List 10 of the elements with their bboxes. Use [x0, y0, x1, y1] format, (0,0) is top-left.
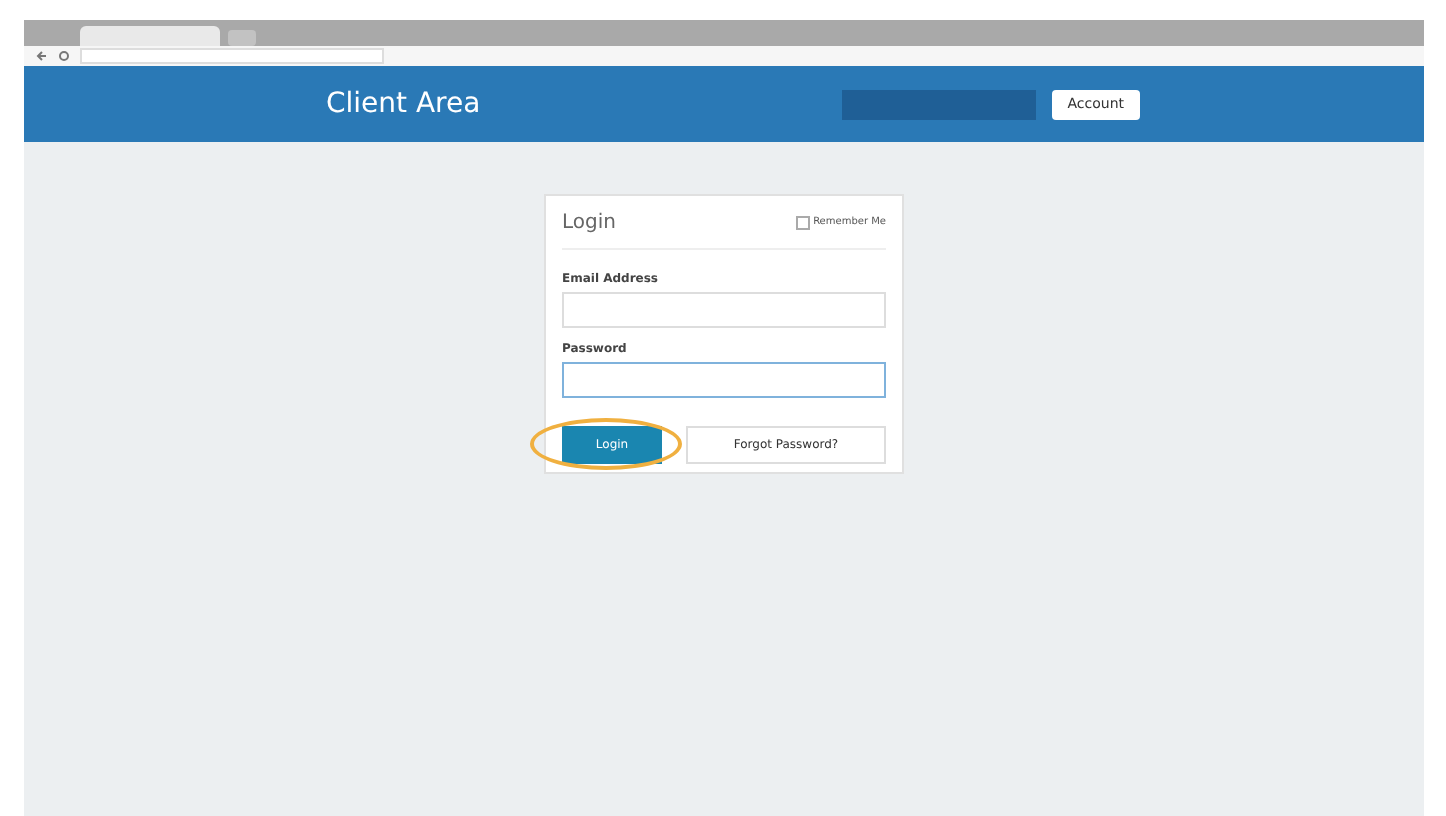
- site-title: Client Area: [326, 88, 483, 120]
- browser-tab[interactable]: [80, 26, 220, 46]
- password-field[interactable]: [562, 362, 886, 398]
- new-tab-button[interactable]: [228, 30, 256, 46]
- knowledgebase-button[interactable]: [841, 89, 1036, 119]
- address-field[interactable]: [80, 48, 384, 64]
- back-icon[interactable]: [36, 50, 48, 62]
- login-title: Login: [562, 211, 616, 233]
- email-field[interactable]: [562, 292, 886, 328]
- reload-icon[interactable]: [58, 50, 70, 62]
